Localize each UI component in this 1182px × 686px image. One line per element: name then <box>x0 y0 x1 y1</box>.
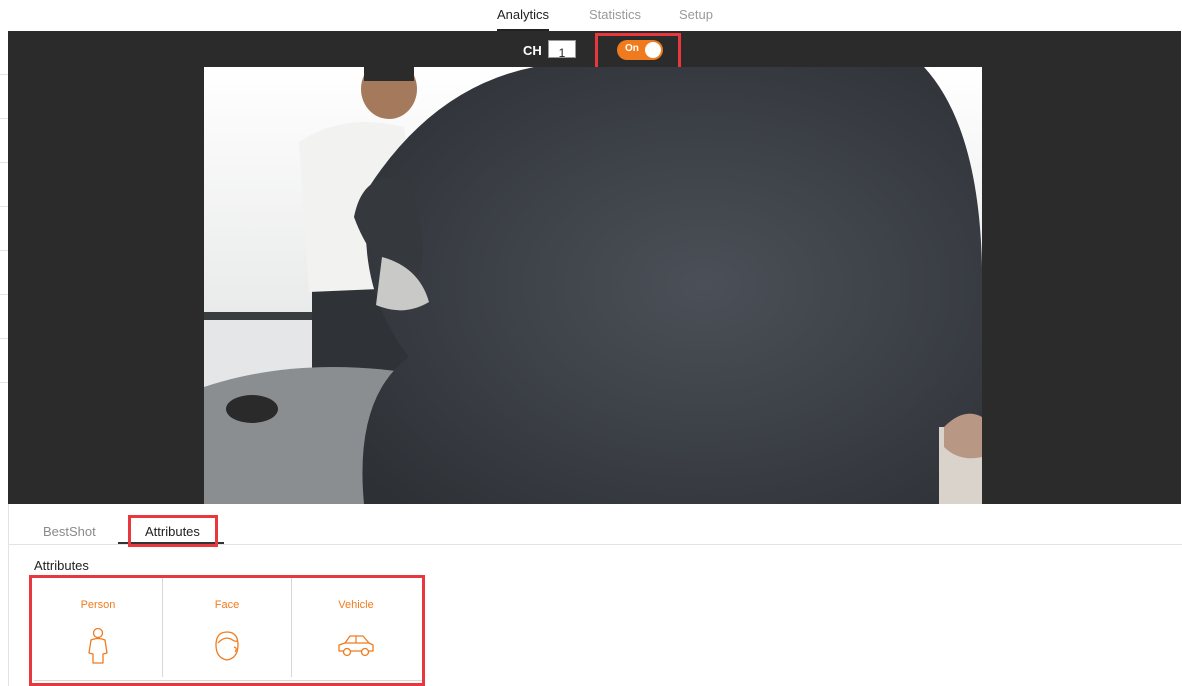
attribute-person[interactable]: Person <box>34 577 163 677</box>
attribute-grid: Person Face Vehicle <box>34 577 422 681</box>
toggle-knob <box>645 42 661 58</box>
app-root: Analytics Statistics Setup CH 1 On BestS… <box>0 0 1182 686</box>
car-icon <box>338 635 374 657</box>
tab-statistics[interactable]: Statistics <box>589 7 641 22</box>
channel-input[interactable]: 1 <box>548 40 576 60</box>
camera-feed-image <box>204 67 982 504</box>
video-stream[interactable] <box>204 67 982 504</box>
tab-bestshot[interactable]: BestShot <box>43 524 96 539</box>
attribute-label: Vehicle <box>338 599 374 611</box>
top-nav: Analytics Statistics Setup <box>0 0 1182 31</box>
attribute-vehicle[interactable]: Vehicle <box>292 577 420 677</box>
attribute-face[interactable]: Face <box>163 577 292 677</box>
active-tab-underline <box>118 542 224 544</box>
person-icon <box>88 627 108 664</box>
attribute-label: Face <box>214 599 240 611</box>
attribute-label: Person <box>80 599 116 611</box>
sub-tab-bar: BestShot Attributes <box>9 504 1182 545</box>
tab-attributes[interactable]: Attributes <box>145 524 200 539</box>
tab-analytics[interactable]: Analytics <box>497 7 550 31</box>
toggle-label: On <box>625 43 639 54</box>
analytics-toggle[interactable]: On <box>617 40 663 60</box>
video-panel: CH 1 On <box>8 31 1181 504</box>
channel-label: CH <box>523 43 542 58</box>
attributes-section-title: Attributes <box>34 558 89 573</box>
tab-setup[interactable]: Setup <box>679 7 713 22</box>
bottom-panel: BestShot Attributes Attributes Person Fa… <box>8 504 1182 686</box>
face-icon <box>215 631 239 661</box>
